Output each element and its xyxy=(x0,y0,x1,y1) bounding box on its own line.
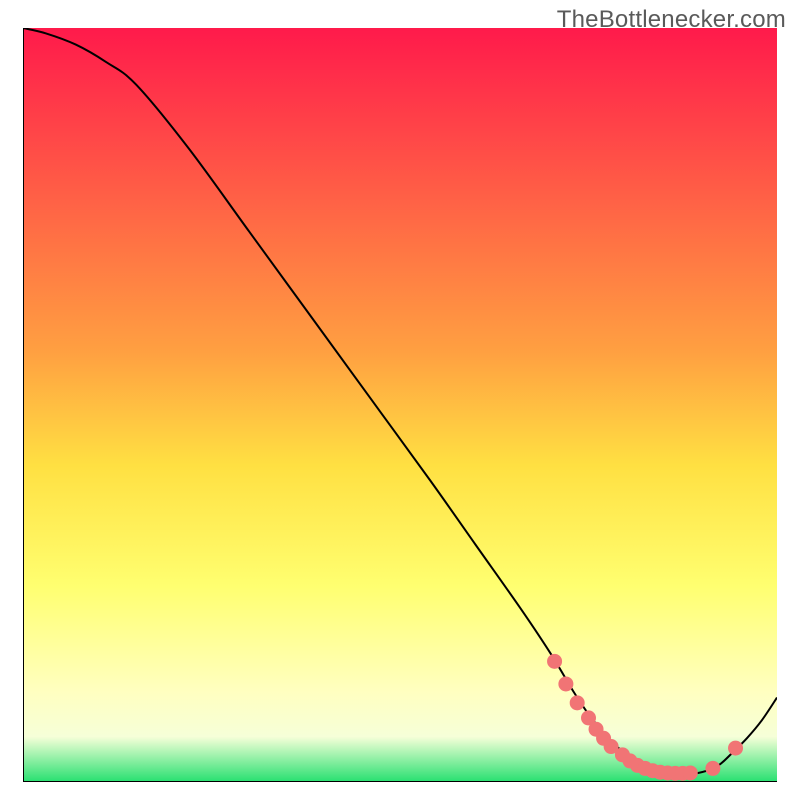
curve-marker xyxy=(683,765,698,780)
bottleneck-chart xyxy=(23,28,777,782)
curve-marker xyxy=(558,676,573,691)
curve-marker xyxy=(705,761,720,776)
curve-marker xyxy=(570,695,585,710)
chart-frame: TheBottlenecker.com xyxy=(0,0,800,800)
curve-marker xyxy=(728,741,743,756)
gradient-background xyxy=(23,28,777,782)
plot-area xyxy=(23,28,777,782)
curve-marker xyxy=(547,654,562,669)
